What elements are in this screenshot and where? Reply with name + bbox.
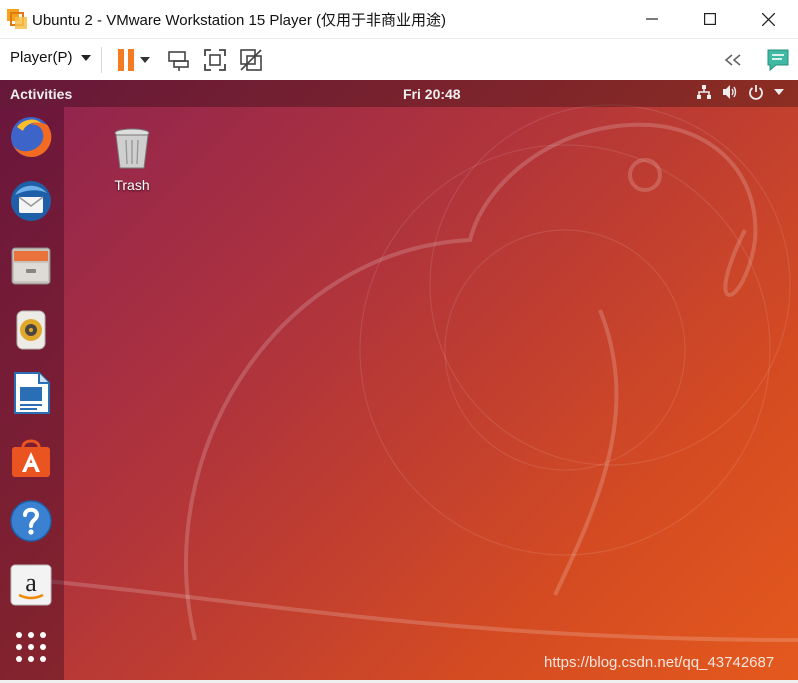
software-icon: [12, 439, 50, 477]
chevron-down-icon: [80, 54, 91, 61]
activities-button[interactable]: Activities: [10, 86, 72, 102]
clock[interactable]: Fri 20:48: [403, 86, 461, 102]
player-menu-label: Player(P): [10, 49, 73, 66]
amazon-icon: a: [10, 564, 52, 606]
system-tray[interactable]: [696, 84, 784, 100]
window-title: Ubuntu 2 - VMware Workstation 15 Player …: [32, 12, 447, 29]
trash-label: Trash: [114, 177, 150, 193]
dock-files[interactable]: [9, 243, 53, 287]
pause-button[interactable]: [113, 47, 139, 73]
close-button[interactable]: [738, 0, 798, 38]
dock-ubuntu-software[interactable]: [9, 435, 53, 479]
thunderbird-icon: [11, 181, 51, 221]
fullscreen-icon: [204, 49, 226, 71]
dock-libreoffice-writer[interactable]: [9, 371, 53, 415]
network-icon[interactable]: [696, 84, 712, 100]
send-ctrl-alt-del-icon: [168, 51, 189, 71]
chevron-down-icon[interactable]: [774, 89, 784, 95]
svg-text:a: a: [25, 568, 37, 597]
dock-thunderbird[interactable]: [9, 179, 53, 223]
dock-help[interactable]: [9, 499, 53, 543]
toolbar-divider: [101, 47, 102, 73]
message-icon: [767, 49, 789, 72]
chevron-down-icon: [140, 57, 150, 63]
volume-icon[interactable]: [722, 84, 738, 100]
unity-icon: [240, 49, 262, 71]
vmware-toolbar: Player(P): [0, 38, 798, 80]
firefox-icon: [11, 116, 52, 157]
watermark: https://blog.csdn.net/qq_43742687: [544, 654, 775, 671]
pause-options-button[interactable]: [138, 47, 152, 73]
minimize-button[interactable]: [622, 0, 682, 38]
collapse-toolbar-button[interactable]: [720, 47, 746, 73]
show-applications-button[interactable]: [9, 625, 53, 669]
gnome-top-bar: Activities Fri 20:48: [0, 80, 798, 107]
unity-button[interactable]: [238, 47, 264, 73]
pause-icon: [118, 49, 134, 71]
dock-rhythmbox[interactable]: [9, 307, 53, 351]
app-grid-icon: [16, 632, 46, 662]
dock-amazon[interactable]: a: [9, 563, 53, 607]
send-ctrl-alt-del-button[interactable]: [166, 47, 192, 73]
window-titlebar: Ubuntu 2 - VMware Workstation 15 Player …: [0, 0, 798, 38]
collapse-icon: [724, 54, 741, 66]
writer-icon: [14, 372, 50, 414]
dock-firefox[interactable]: [9, 115, 53, 159]
power-icon[interactable]: [748, 84, 764, 100]
desktop-trash[interactable]: Trash: [106, 126, 158, 193]
message-log-button[interactable]: [765, 47, 791, 73]
files-icon: [11, 247, 51, 285]
vm-display[interactable]: Activities Fri 20:48 a Trash https://blo…: [0, 80, 798, 680]
player-menu[interactable]: Player(P): [10, 49, 91, 66]
fullscreen-button[interactable]: [202, 47, 228, 73]
ubuntu-dock: a: [0, 107, 64, 680]
vmware-logo-icon: [6, 8, 28, 30]
maximize-button[interactable]: [680, 0, 740, 38]
help-icon: [10, 500, 52, 542]
rhythmbox-icon: [16, 310, 46, 350]
trash-icon: [114, 128, 150, 169]
